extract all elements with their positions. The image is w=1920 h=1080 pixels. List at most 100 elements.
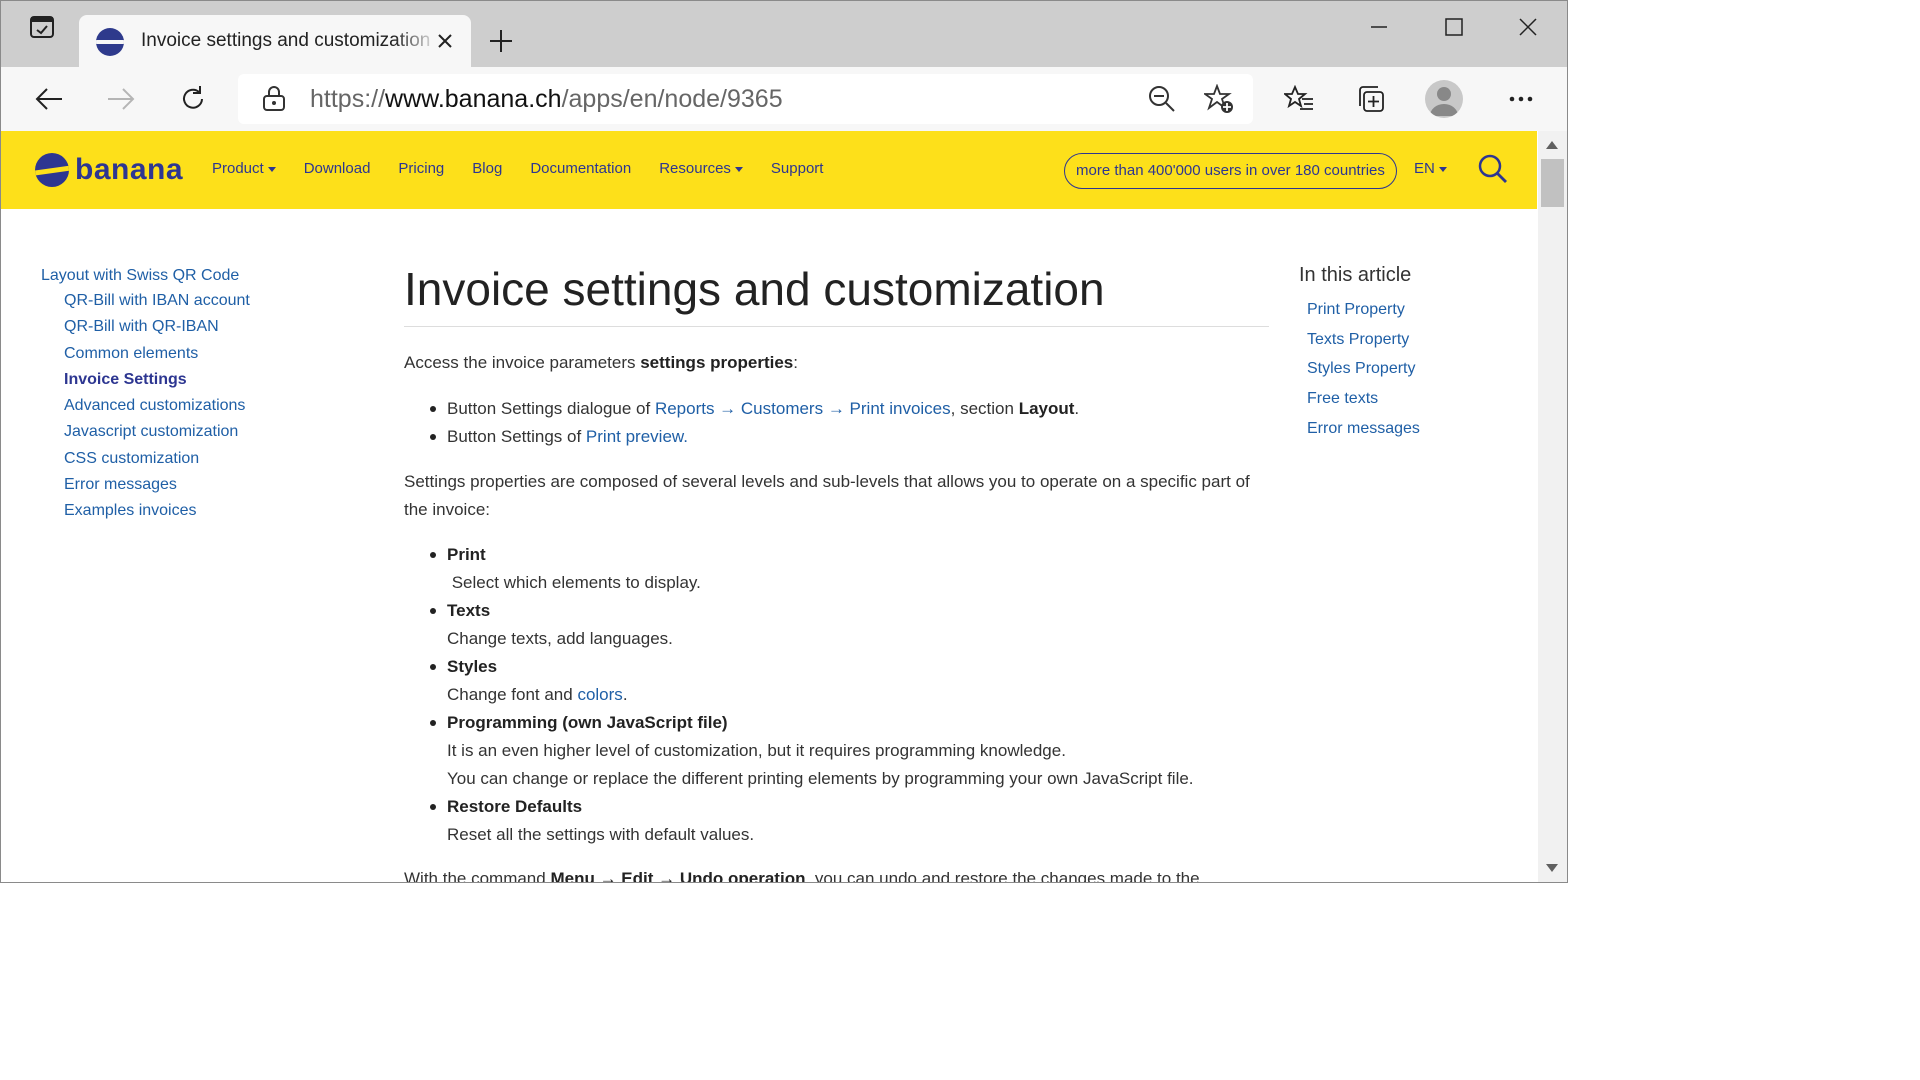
undo-text: With the command [404, 869, 551, 883]
lock-icon[interactable] [262, 86, 286, 117]
nav-support[interactable]: Support [771, 160, 824, 177]
browser-toolbar: https://www.banana.ch/apps/en/node/9365 [1, 67, 1567, 131]
menu-bold: Menu [550, 869, 595, 883]
level-print-desc: Select which elements to display. [447, 573, 701, 592]
level-styles-desc-text: Change font and [447, 685, 578, 704]
favorites-button[interactable] [1279, 79, 1319, 119]
main-nav: Product Download Pricing Blog Documentat… [212, 160, 851, 177]
sidebar-item-invoice-settings[interactable]: Invoice Settings [41, 369, 301, 395]
page-scrollbar[interactable] [1538, 131, 1567, 882]
undo-bold: Undo operation [679, 869, 806, 883]
level-programming-desc: You can change or replace the different … [447, 769, 1194, 788]
forward-button[interactable] [101, 79, 141, 119]
access-list: Button Settings dialogue of Reports → Cu… [404, 395, 1269, 451]
level-restore-title: Restore Defaults [447, 797, 583, 816]
access-item-text: Button Settings dialogue of [447, 399, 655, 418]
sidebar-item-examples-invoices[interactable]: Examples invoices [41, 500, 301, 526]
banana-logo[interactable]: banana [35, 153, 183, 187]
search-icon [1478, 154, 1507, 183]
caret-down-icon [1438, 166, 1447, 172]
tab-close-button[interactable] [431, 27, 459, 55]
arrow-right-icon [108, 88, 135, 110]
tab-active[interactable]: Invoice settings and customization [79, 15, 471, 67]
nav-pricing[interactable]: Pricing [398, 160, 444, 177]
arrow-text: → [594, 869, 622, 883]
zoom-out-icon[interactable] [1148, 85, 1176, 118]
undo-paragraph: With the command Menu → Edit → Undo oper… [404, 865, 1269, 883]
nav-resources[interactable]: Resources [659, 160, 743, 177]
toc-title: In this article [1299, 264, 1412, 286]
access-item-text: Button Settings of [447, 427, 586, 446]
site-header: banana Product Download Pricing Blog Doc… [1, 131, 1537, 209]
minimize-button[interactable] [1349, 9, 1409, 45]
level-programming-title: Programming (own JavaScript file) [447, 713, 728, 732]
access-item-text: , section [950, 399, 1019, 418]
new-tab-button[interactable] [481, 21, 521, 61]
sidebar-item-advanced-customizations[interactable]: Advanced customizations [41, 395, 301, 421]
profile-avatar[interactable] [1425, 80, 1463, 118]
sidebar-item-css-customization[interactable]: CSS customization [41, 448, 301, 474]
language-label: EN [1414, 160, 1435, 177]
refresh-button[interactable] [173, 79, 213, 119]
toc-item-print-property[interactable]: Print Property [1299, 299, 1519, 329]
level-texts-desc: Change texts, add languages. [447, 629, 673, 648]
banana-logo-icon [35, 153, 69, 187]
colors-link[interactable]: colors [577, 685, 622, 704]
maximize-button[interactable] [1424, 9, 1484, 45]
url-path: /apps/en/node/9365 [561, 85, 783, 113]
level-programming-desc: It is an even higher level of customizat… [447, 741, 1066, 760]
caret-down-icon [267, 166, 276, 172]
arrow-left-icon [35, 88, 62, 110]
sidebar-item-qr-bill-iban[interactable]: QR-Bill with IBAN account [41, 290, 301, 316]
maximize-icon [1445, 18, 1463, 36]
url-scheme: https:// [310, 85, 386, 113]
level-styles-desc-text: . [622, 685, 628, 704]
tab-actions-icon [30, 16, 54, 38]
nav-download[interactable]: Download [304, 160, 371, 177]
tab-title: Invoice settings and customization [141, 30, 431, 51]
list-item: Texts Change texts, add languages. [430, 597, 1269, 653]
url-text[interactable]: https://www.banana.ch/apps/en/node/9365 [310, 85, 783, 114]
users-count-pill[interactable]: more than 400'000 users in over 180 coun… [1064, 153, 1397, 189]
nav-blog[interactable]: Blog [472, 160, 502, 177]
address-bar[interactable]: https://www.banana.ch/apps/en/node/9365 [238, 74, 1253, 124]
plus-icon [490, 30, 512, 52]
nav-documentation[interactable]: Documentation [530, 160, 631, 177]
avatar-icon [1430, 87, 1458, 116]
sidebar-item-error-messages[interactable]: Error messages [41, 474, 301, 500]
close-icon [1519, 18, 1537, 36]
minimize-icon [1371, 26, 1387, 28]
toc-item-error-messages[interactable]: Error messages [1299, 418, 1519, 448]
print-invoices-link[interactable]: Reports → Customers → Print invoices [655, 399, 951, 418]
scroll-down-arrow-icon[interactable] [1546, 864, 1558, 872]
nav-product[interactable]: Product [212, 160, 276, 177]
arrow-text: → [653, 869, 680, 883]
site-search-button[interactable] [1477, 153, 1509, 185]
list-item: Button Settings dialogue of Reports → Cu… [430, 395, 1269, 423]
favorites-icon [1284, 85, 1313, 110]
more-horizontal-icon [1509, 96, 1533, 102]
collections-button[interactable] [1351, 79, 1391, 119]
window-close-button[interactable] [1498, 9, 1558, 45]
back-button[interactable] [29, 79, 69, 119]
language-selector[interactable]: EN [1414, 160, 1447, 177]
print-preview-link[interactable]: Print preview. [586, 427, 688, 446]
level-texts-title: Texts [447, 601, 491, 620]
collections-icon [1359, 86, 1384, 112]
nav-product-label: Product [212, 160, 264, 177]
edit-bold: Edit [621, 869, 654, 883]
add-favorite-icon[interactable] [1202, 83, 1234, 119]
toc-item-texts-property[interactable]: Texts Property [1299, 329, 1519, 359]
settings-menu-button[interactable] [1501, 79, 1541, 119]
sidebar-item-common-elements[interactable]: Common elements [41, 343, 301, 369]
sidebar-item-javascript-customization[interactable]: Javascript customization [41, 421, 301, 447]
intro-text: Access the invoice parameters [404, 353, 641, 372]
scroll-thumb[interactable] [1541, 159, 1564, 207]
toc-item-styles-property[interactable]: Styles Property [1299, 358, 1519, 388]
sidebar-item-qr-bill-qr-iban[interactable]: QR-Bill with QR-IBAN [41, 316, 301, 342]
tab-actions-button[interactable] [12, 9, 72, 45]
sidebar-item-layout-swiss-qr[interactable]: Layout with Swiss QR Code [41, 265, 301, 290]
scroll-up-arrow-icon[interactable] [1546, 141, 1558, 149]
level-styles-desc: Change font and colors. [447, 681, 1269, 709]
toc-item-free-texts[interactable]: Free texts [1299, 388, 1519, 418]
